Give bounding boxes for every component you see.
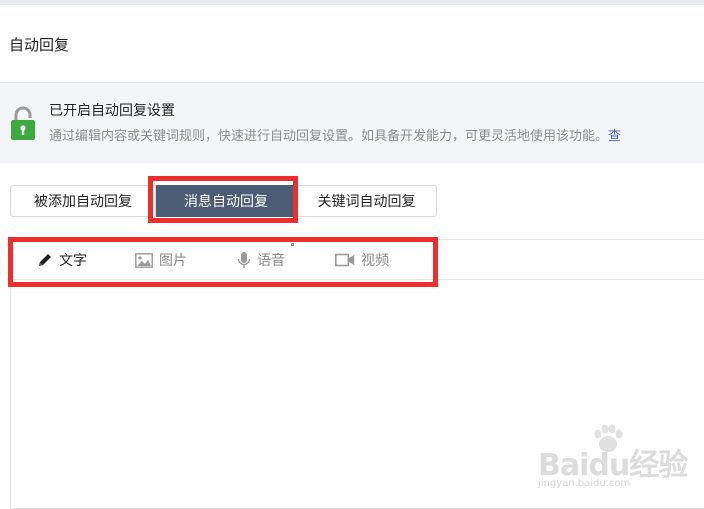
watermark: Baidu经验 jingyan.baidu.com	[538, 424, 698, 494]
top-strip	[0, 0, 704, 5]
lock-icon	[11, 106, 35, 140]
notice-link[interactable]: 查	[608, 129, 621, 144]
page-title: 自动回复	[9, 36, 70, 54]
highlight-box-toolbar	[8, 237, 438, 287]
tab-keyword-auto-reply[interactable]: 关键词自动回复	[296, 185, 437, 217]
notice-description-text: 通过编辑内容或关键词规则，快速进行自动回复设置。如具备开发能力，可更灵活地使用该…	[49, 129, 609, 144]
notice-description: 通过编辑内容或关键词规则，快速进行自动回复设置。如具备开发能力，可更灵活地使用该…	[49, 125, 621, 144]
highlight-box-active-tab	[148, 176, 298, 223]
notice-title: 已开启自动回复设置	[49, 103, 175, 119]
tab-added-auto-reply[interactable]: 被添加自动回复	[10, 185, 156, 217]
watermark-url: jingyan.baidu.com	[538, 478, 631, 489]
cursor-dot	[291, 243, 294, 246]
status-notice	[0, 83, 704, 163]
